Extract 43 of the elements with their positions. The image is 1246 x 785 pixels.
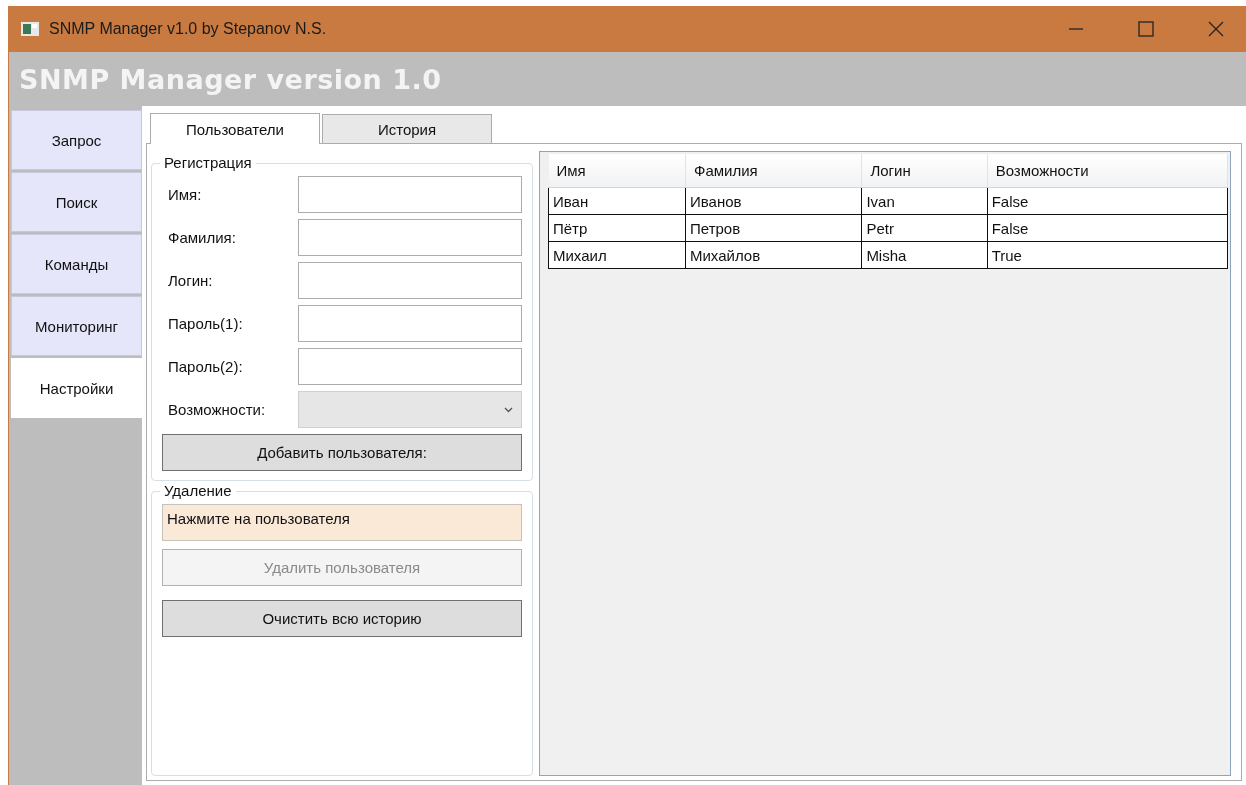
column-header[interactable]: Логин <box>861 154 988 188</box>
field-label: Пароль(2): <box>167 358 244 375</box>
table-cell: Ivan <box>861 187 988 215</box>
input-field[interactable] <box>298 176 522 213</box>
sidebar-item[interactable]: Мониторинг <box>11 296 142 356</box>
column-header[interactable]: Возможности <box>987 154 1228 188</box>
table-cell: False <box>987 187 1228 215</box>
table-cell: Иванов <box>685 187 862 215</box>
close-icon[interactable] <box>1208 21 1224 37</box>
input-field[interactable] <box>298 262 522 299</box>
table-cell: Михайлов <box>685 241 862 269</box>
tab[interactable]: Пользователи <box>150 113 320 144</box>
input-field[interactable] <box>298 305 522 342</box>
sidebar-item[interactable]: Команды <box>11 234 142 294</box>
table-cell: Misha <box>861 241 988 269</box>
table-cell: Петров <box>685 214 862 242</box>
sidebar-item[interactable]: Запрос <box>11 110 142 170</box>
window-title: SNMP Manager v1.0 by Stepanov N.S. <box>49 20 327 38</box>
table-cell: Пётр <box>548 214 686 242</box>
dropdown[interactable] <box>298 391 522 428</box>
chevron-down-icon <box>504 406 513 413</box>
field-label: Фамилия: <box>167 229 237 246</box>
field-label: Пароль(1): <box>167 315 244 332</box>
sidebar-item[interactable]: Поиск <box>11 172 142 232</box>
field-label: Имя: <box>167 186 203 203</box>
maximize-icon[interactable] <box>1138 21 1154 37</box>
table-cell: Михаил <box>548 241 686 269</box>
column-header[interactable]: Фамилия <box>685 154 862 188</box>
input-field[interactable] <box>298 219 522 256</box>
field-label: Возможности: <box>167 401 267 418</box>
field-label: Логин: <box>167 272 214 289</box>
table-cell: True <box>987 241 1228 269</box>
clear-history-button[interactable]: Очистить всю историю <box>162 600 522 637</box>
add-user-button[interactable]: Добавить пользователя: <box>162 434 522 471</box>
tab[interactable]: История <box>322 114 492 143</box>
table-cell: Petr <box>861 214 988 242</box>
input-field[interactable] <box>298 348 522 385</box>
app-icon <box>21 22 39 36</box>
hint-label: Нажмите на пользователя <box>162 504 522 541</box>
table-cell: Иван <box>548 187 686 215</box>
column-header[interactable]: Имя <box>548 154 686 188</box>
table-cell: False <box>987 214 1228 242</box>
sidebar-item[interactable]: Настройки <box>11 358 142 418</box>
